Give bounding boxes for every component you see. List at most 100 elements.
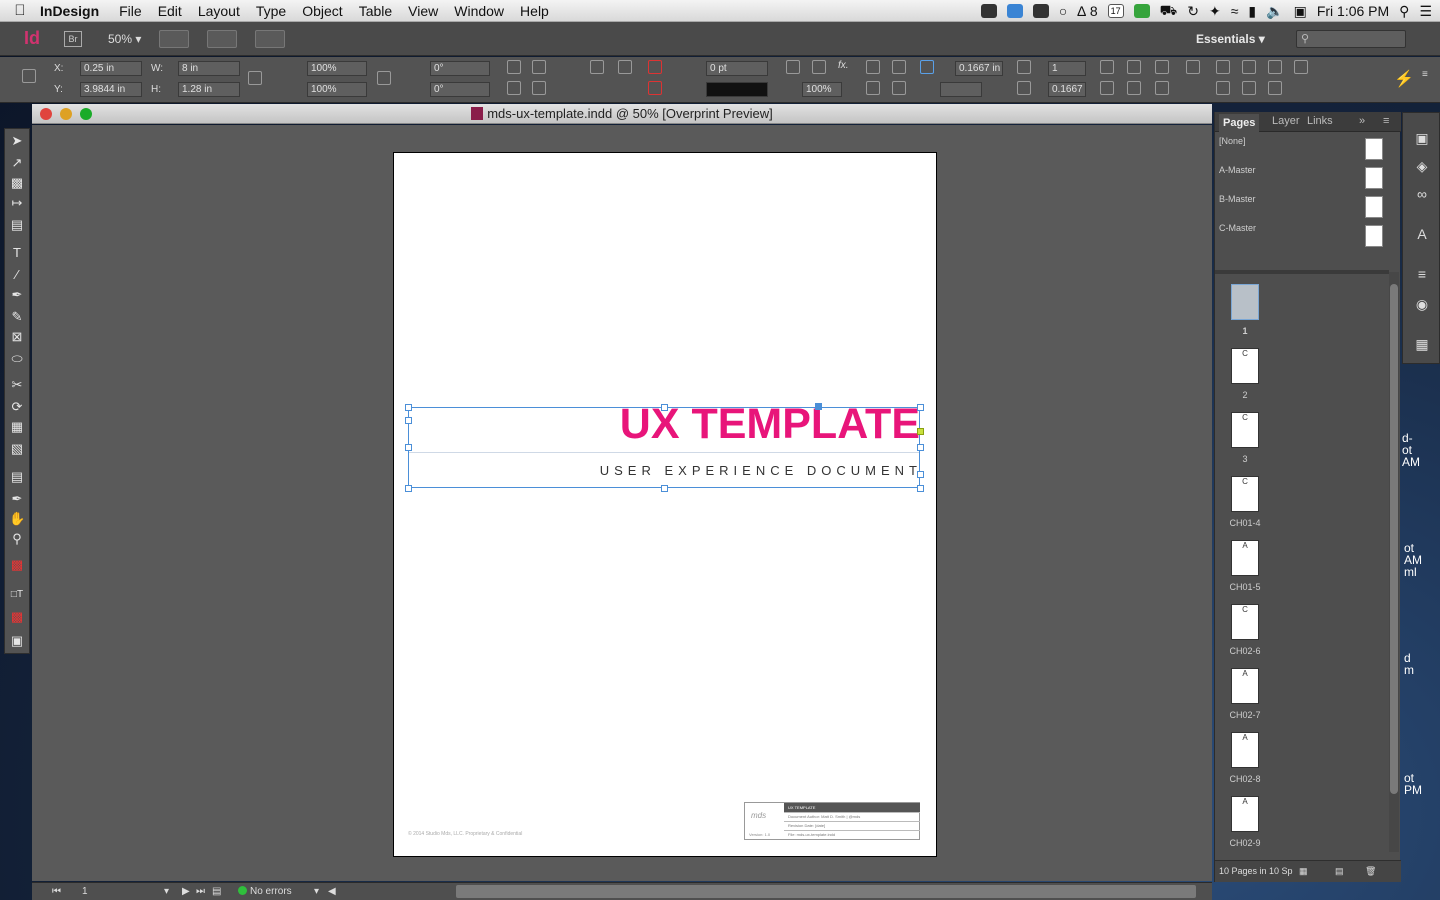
text-wrap-icon[interactable]: [866, 60, 880, 74]
distribute-icon[interactable]: [1127, 81, 1141, 95]
page-thumbnail-4[interactable]: C: [1231, 476, 1259, 512]
flag-icon[interactable]: ▣: [1294, 3, 1307, 20]
master-none[interactable]: [None]: [1215, 134, 1389, 163]
minimize-window-button[interactable]: [60, 108, 72, 120]
panel-menu-icon[interactable]: ≡: [1422, 69, 1428, 80]
help-search-input[interactable]: ⚲: [1296, 30, 1406, 48]
menu-edit[interactable]: Edit: [158, 3, 182, 19]
selection-handle[interactable]: [405, 485, 412, 492]
tab-links[interactable]: Links: [1307, 115, 1333, 127]
selection-handle[interactable]: [405, 444, 412, 451]
ellipse-tool-icon[interactable]: ⬭: [9, 351, 25, 367]
scrollbar-thumb[interactable]: [1390, 284, 1398, 794]
paragraph-panel-icon[interactable]: ≡: [1413, 265, 1431, 283]
preflight-menu-icon[interactable]: ▾: [314, 883, 319, 900]
pencil-tool-icon[interactable]: ✎: [9, 309, 25, 325]
circle-icon[interactable]: ○: [1059, 3, 1067, 19]
auto-fit-icon[interactable]: [920, 60, 934, 74]
new-page-icon[interactable]: ▤: [1335, 861, 1344, 881]
last-page-icon[interactable]: ⏭: [196, 883, 205, 900]
fill-none-icon[interactable]: [648, 60, 662, 74]
page-thumbnail-6[interactable]: C: [1231, 604, 1259, 640]
menu-help[interactable]: Help: [520, 3, 549, 19]
page-thumbnail-8[interactable]: A: [1231, 732, 1259, 768]
content-collector-icon[interactable]: ▤: [9, 217, 25, 233]
evernote-icon[interactable]: [980, 4, 997, 18]
bridge-button[interactable]: Br: [64, 30, 82, 47]
page-thumbnail-3[interactable]: C: [1231, 412, 1259, 448]
scroll-left-icon[interactable]: ◀: [328, 883, 336, 900]
layers-panel-icon[interactable]: ◈: [1413, 157, 1431, 175]
selection-handle[interactable]: [917, 485, 924, 492]
panel-divider[interactable]: [1215, 270, 1389, 274]
x-position-field[interactable]: 0.25 in: [80, 61, 142, 76]
stroke-type-select[interactable]: [706, 82, 768, 97]
volume-icon[interactable]: 🔈: [1266, 3, 1283, 20]
y-position-field[interactable]: 3.9844 in: [80, 82, 142, 97]
time-machine-icon[interactable]: ↻: [1187, 3, 1199, 20]
gradient-swatch-tool-icon[interactable]: ▦: [9, 419, 25, 435]
rotation-angle-field[interactable]: 0°: [430, 61, 490, 76]
eyedropper-tool-icon[interactable]: ✒: [9, 491, 25, 507]
align-horizontal-centers-icon[interactable]: [1242, 60, 1256, 74]
justify-icon[interactable]: [1155, 81, 1169, 95]
free-transform-tool-icon[interactable]: ⟳: [9, 399, 25, 415]
rotate-cw-icon[interactable]: [507, 60, 521, 74]
pen-tool-icon[interactable]: ✒: [9, 287, 25, 303]
menu-type[interactable]: Type: [256, 3, 286, 19]
drive-icon[interactable]: ⛟: [1160, 2, 1178, 21]
apple-icon[interactable]: : [0, 2, 40, 19]
constrain-proportions-icon[interactable]: [248, 71, 262, 85]
stroke-weight-field[interactable]: 0 pt: [706, 61, 768, 76]
selection-handle[interactable]: [661, 404, 668, 411]
notification-center-icon[interactable]: ☰: [1419, 3, 1432, 20]
line-tool-icon[interactable]: ∕: [9, 267, 25, 283]
columns-icon[interactable]: [1017, 60, 1031, 74]
close-window-button[interactable]: [40, 108, 52, 120]
screen-mode-icon[interactable]: ▣: [9, 633, 25, 649]
page-thumbnail-7[interactable]: A: [1231, 668, 1259, 704]
edit-page-size-icon[interactable]: ▦: [1299, 861, 1308, 881]
zoom-window-button[interactable]: [80, 108, 92, 120]
effects-icon[interactable]: [812, 60, 826, 74]
bluetooth-icon[interactable]: ✦: [1209, 3, 1221, 20]
align-bottom-icon[interactable]: [1155, 60, 1169, 74]
table-panel-icon[interactable]: ▦: [1413, 335, 1431, 353]
inset-field[interactable]: 0.1667 in: [955, 61, 1003, 76]
tab-pages[interactable]: Pages: [1219, 114, 1260, 132]
zoom-level-select[interactable]: 50% ▾: [108, 32, 141, 46]
next-page-icon[interactable]: ▶: [182, 883, 190, 900]
distribute-spacing-icon[interactable]: [1294, 60, 1308, 74]
page-thumbnail-9[interactable]: A: [1231, 796, 1259, 832]
app-menu[interactable]: InDesign: [40, 3, 99, 19]
clock[interactable]: Fri 1:06 PM: [1317, 3, 1389, 19]
hand-tool-icon[interactable]: ✋: [9, 511, 25, 527]
first-page-icon[interactable]: ⏮: [52, 883, 61, 900]
selection-handle[interactable]: [405, 417, 412, 424]
align-right-edges-icon[interactable]: [1268, 60, 1282, 74]
chevron-down-icon[interactable]: ▾: [164, 883, 169, 900]
view-options-button[interactable]: [159, 29, 190, 48]
formatting-affects-container-icon[interactable]: □T: [9, 587, 25, 603]
opacity-field[interactable]: 100%: [802, 82, 842, 97]
trash-icon[interactable]: 🗑: [1365, 861, 1376, 881]
panel-collapse-icon[interactable]: »: [1359, 115, 1365, 127]
open-page-icon[interactable]: ▤: [212, 883, 221, 900]
select-content-icon[interactable]: [618, 60, 632, 74]
align-top-icon[interactable]: [1100, 60, 1114, 74]
battery-app-icon[interactable]: [1133, 4, 1150, 18]
selection-handle[interactable]: [917, 444, 924, 451]
tab-layers[interactable]: Layer: [1272, 115, 1300, 127]
swatches-panel-icon[interactable]: ◉: [1413, 295, 1431, 313]
spotlight-icon[interactable]: ⚲: [1399, 3, 1409, 20]
cloud-icon[interactable]: [1032, 4, 1049, 18]
scale-x-field[interactable]: 100%: [307, 61, 367, 76]
screen-mode-button[interactable]: [207, 29, 238, 48]
dropbox-icon[interactable]: [1006, 4, 1023, 18]
drop-shadow-icon[interactable]: [786, 60, 800, 74]
scale-y-field[interactable]: 100%: [307, 82, 367, 97]
out-port-handle[interactable]: [917, 428, 924, 435]
wifi-icon[interactable]: ≈: [1231, 3, 1239, 19]
menu-view[interactable]: View: [408, 3, 438, 19]
fill-stroke-swatch-icon[interactable]: ▩: [9, 557, 25, 573]
